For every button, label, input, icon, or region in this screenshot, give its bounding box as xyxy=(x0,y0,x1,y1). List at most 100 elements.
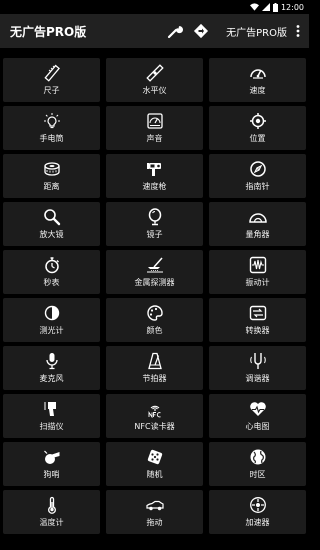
tool-label: 调谐器 xyxy=(245,374,270,383)
tool-random[interactable]: 随机 xyxy=(106,442,203,486)
tool-label: 测光计 xyxy=(39,326,64,335)
tool-label: 狗哨 xyxy=(43,470,60,479)
tool-accelerometer[interactable]: 加速器 xyxy=(209,490,306,534)
tool-label: 加速器 xyxy=(245,518,270,527)
location-icon xyxy=(249,112,267,130)
tool-drag[interactable]: 拖动 xyxy=(106,490,203,534)
wrench-icon[interactable] xyxy=(164,20,186,42)
tool-label: 颜色 xyxy=(146,326,163,335)
metronome-icon xyxy=(146,352,164,370)
tool-label: 放大镜 xyxy=(39,230,64,239)
converter-icon xyxy=(249,304,267,322)
tool-label: NFC读卡器 xyxy=(134,422,175,431)
tool-label: 距离 xyxy=(43,182,60,191)
stopwatch-icon xyxy=(43,256,61,274)
protractor-icon xyxy=(248,208,267,226)
tool-label: 拖动 xyxy=(146,518,163,527)
tool-label: 节拍器 xyxy=(142,374,167,383)
tool-vibration[interactable]: 振动计 xyxy=(209,250,306,294)
flashlight-icon xyxy=(43,112,61,130)
tool-location[interactable]: 位置 xyxy=(209,106,306,150)
tool-label: 振动计 xyxy=(245,278,270,287)
globe-icon xyxy=(249,448,267,466)
status-time: 12:00 xyxy=(280,2,304,12)
tool-label: 心电图 xyxy=(245,422,270,431)
tool-compass[interactable]: 指南针 xyxy=(209,154,306,198)
tool-mirror[interactable]: 镜子 xyxy=(106,202,203,246)
dice-icon xyxy=(146,448,164,466)
speedometer-icon xyxy=(249,64,267,82)
tool-label: 量角器 xyxy=(245,230,270,239)
tool-label: 手电筒 xyxy=(39,134,64,143)
tool-label: 指南针 xyxy=(245,182,270,191)
level-icon xyxy=(145,64,164,82)
whistle-icon xyxy=(43,448,61,466)
vibration-meter-icon xyxy=(249,256,267,274)
tool-label: 麦克风 xyxy=(39,374,64,383)
heart-rate-icon xyxy=(249,400,267,418)
tool-level[interactable]: 水平仪 xyxy=(106,58,203,102)
tool-label: 镜子 xyxy=(146,230,163,239)
tool-label: 位置 xyxy=(249,134,266,143)
tool-distance[interactable]: 距离 xyxy=(3,154,100,198)
magnifier-icon xyxy=(43,208,61,226)
ruler-icon xyxy=(43,64,61,82)
metal-detector-icon xyxy=(146,256,164,274)
tool-label: 水平仪 xyxy=(142,86,167,95)
tool-microphone[interactable]: 麦克风 xyxy=(3,346,100,390)
pro-version-button[interactable]: 无广告PRO版 xyxy=(226,24,287,39)
tool-metal-detector[interactable]: 金属探测器 xyxy=(106,250,203,294)
tool-label: 速度 xyxy=(249,86,266,95)
tool-scanner[interactable]: 扫描仪 xyxy=(3,394,100,438)
accelerometer-icon xyxy=(249,496,267,514)
scanner-icon xyxy=(43,400,61,418)
tool-light-meter[interactable]: 测光计 xyxy=(3,298,100,342)
tool-label: 速度枪 xyxy=(142,182,167,191)
microphone-icon xyxy=(43,352,61,370)
app-title: 无广告PRO版 xyxy=(10,24,87,39)
tool-tuner[interactable]: 调谐器 xyxy=(209,346,306,390)
tool-thermometer[interactable]: 温度计 xyxy=(3,490,100,534)
color-icon xyxy=(146,304,164,322)
tool-label: 秒表 xyxy=(43,278,60,287)
tools-grid: 尺子 水平仪 速度 手电筒 声音 位置 距离 速度枪 指南针 放大镜 镜子 量角… xyxy=(3,58,306,534)
battery-icon xyxy=(272,2,278,12)
app-bar: 无广告PRO版 无广告PRO版 xyxy=(0,14,309,48)
speed-gun-icon xyxy=(146,160,164,178)
status-bar: 12:00 xyxy=(0,0,309,14)
tool-label: 转换器 xyxy=(245,326,270,335)
tool-sound[interactable]: 声音 xyxy=(106,106,203,150)
wifi-icon xyxy=(249,3,259,11)
tool-timezone[interactable]: 时区 xyxy=(209,442,306,486)
tool-magnifier[interactable]: 放大镜 xyxy=(3,202,100,246)
tuner-icon xyxy=(249,352,267,370)
tool-protractor[interactable]: 量角器 xyxy=(209,202,306,246)
tool-label: 温度计 xyxy=(39,518,64,527)
nfc-icon xyxy=(146,400,164,418)
tool-heart-rate[interactable]: 心电图 xyxy=(209,394,306,438)
signal-icon xyxy=(261,3,270,11)
tool-converter[interactable]: 转换器 xyxy=(209,298,306,342)
tool-flashlight[interactable]: 手电筒 xyxy=(3,106,100,150)
tool-color[interactable]: 颜色 xyxy=(106,298,203,342)
tool-label: 金属探测器 xyxy=(134,278,175,287)
tool-speed-gun[interactable]: 速度枪 xyxy=(106,154,203,198)
tool-nfc[interactable]: NFC读卡器 xyxy=(106,394,203,438)
compass-icon xyxy=(249,160,267,178)
tool-label: 随机 xyxy=(146,470,163,479)
more-vert-icon[interactable] xyxy=(291,20,305,42)
thermometer-icon xyxy=(43,496,61,514)
tool-label: 尺子 xyxy=(43,86,60,95)
sound-meter-icon xyxy=(146,112,164,130)
tool-stopwatch[interactable]: 秒表 xyxy=(3,250,100,294)
tool-speed[interactable]: 速度 xyxy=(209,58,306,102)
tool-label: 时区 xyxy=(249,470,266,479)
tool-metronome[interactable]: 节拍器 xyxy=(106,346,203,390)
distance-icon xyxy=(43,160,61,178)
tool-label: 扫描仪 xyxy=(39,422,64,431)
mirror-icon xyxy=(146,208,164,226)
tool-ruler[interactable]: 尺子 xyxy=(3,58,100,102)
tool-label: 声音 xyxy=(146,134,163,143)
diamond-arrow-icon[interactable] xyxy=(190,20,212,42)
tool-dog-whistle[interactable]: 狗哨 xyxy=(3,442,100,486)
